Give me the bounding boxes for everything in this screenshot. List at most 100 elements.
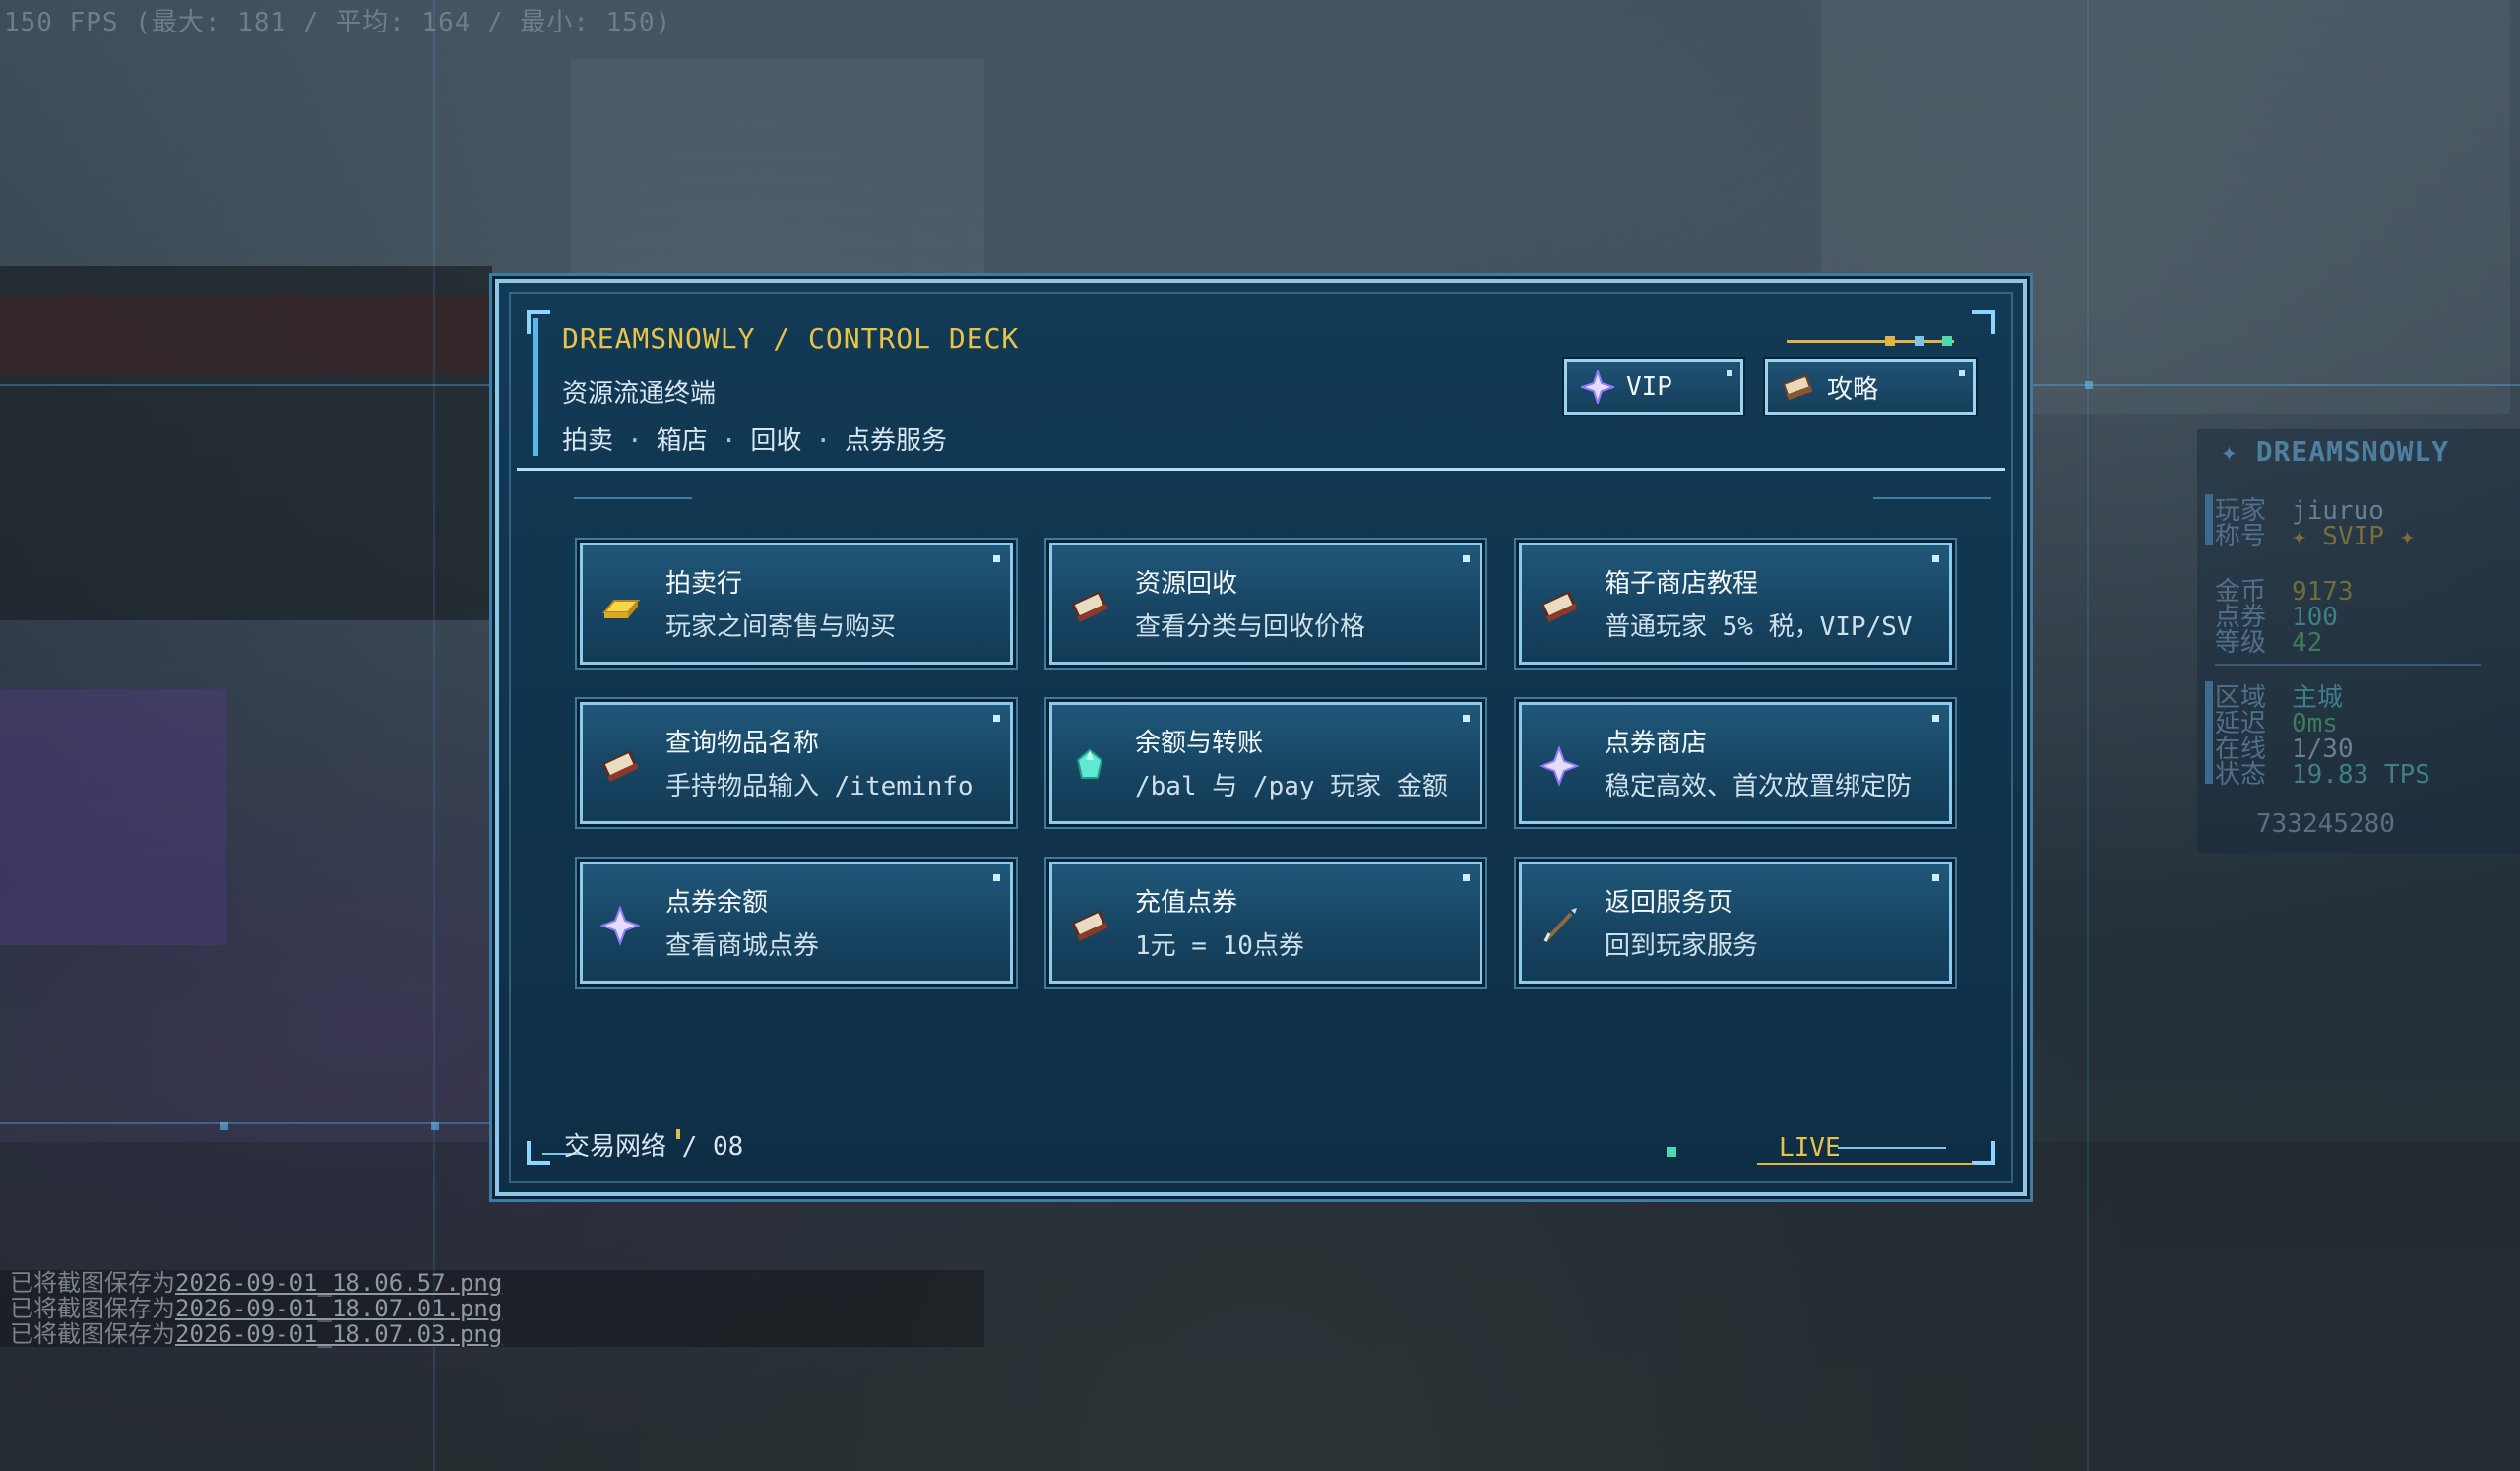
header-deco-square xyxy=(1942,336,1952,346)
card-title: 返回服务页 xyxy=(1605,888,1733,918)
hud-dot xyxy=(431,1122,439,1130)
footer-live-line xyxy=(1838,1147,1946,1149)
card-desc: 手持物品输入 /iteminfo xyxy=(665,772,974,801)
deco-line xyxy=(574,497,692,499)
card-pip xyxy=(1932,715,1939,722)
card-title: 充值点券 xyxy=(1135,888,1238,918)
card-desc: 查看商城点券 xyxy=(665,931,820,961)
tag-separator: · xyxy=(721,426,737,456)
header-deco-square xyxy=(1915,336,1924,346)
card-chest-shop-tutorial[interactable]: 箱子商店教程 普通玩家 5% 税，VIP/SV xyxy=(1519,543,1952,665)
card-pip xyxy=(993,715,1000,722)
card-desc: 稳定高效、首次放置绑定防 xyxy=(1605,772,1913,801)
card-title: 点券商店 xyxy=(1605,729,1708,758)
live-label: LIVE xyxy=(1779,1133,1841,1163)
scoreboard-title: ✦ DREAMSNOWLY xyxy=(2221,435,2450,468)
background-stone-left xyxy=(571,59,984,276)
card-desc: 查看分类与回收价格 xyxy=(1135,612,1366,642)
corner-bracket xyxy=(527,310,550,334)
fps-counter: 150 FPS (最大: 181 / 平均: 164 / 最小: 150) xyxy=(4,8,672,37)
tag-separator: · xyxy=(815,426,832,456)
hud-dot xyxy=(2085,381,2093,389)
tag-recycle: 回收 xyxy=(750,426,802,456)
scoreboard-row-title: 称号 ✦ SVIP ✦ xyxy=(2215,522,2416,551)
card-pip xyxy=(993,874,1000,881)
star-icon xyxy=(598,904,642,947)
star-icon xyxy=(1538,744,1581,788)
book-icon xyxy=(598,744,642,788)
header-deco-line xyxy=(1787,340,1954,343)
hud-grid-line xyxy=(2028,384,2520,386)
card-pip xyxy=(1463,555,1470,562)
card-desc: 回到玩家服务 xyxy=(1605,931,1759,961)
panel-tags: 拍卖 · 箱店 · 回收 · 点券服务 xyxy=(562,420,947,457)
background-purple-leaves xyxy=(0,689,226,945)
hud-grid-line xyxy=(0,1122,492,1124)
card-balance-transfer[interactable]: 余额与转账 /bal 与 /pay 玩家 金额 xyxy=(1049,702,1482,824)
button-pip xyxy=(1959,370,1965,376)
card-title: 点券余额 xyxy=(665,888,769,918)
card-pip xyxy=(1463,715,1470,722)
card-title: 查询物品名称 xyxy=(665,729,820,758)
screenshot-link[interactable]: 2026-09-01_18.07.01.png xyxy=(175,1295,502,1322)
chat-line: 已将截图保存为2026-09-01_18.07.03.png xyxy=(0,1321,984,1347)
vip-button[interactable]: VIP xyxy=(1564,359,1743,415)
scoreboard-separator xyxy=(2215,664,2481,666)
guide-button[interactable]: 攻略 xyxy=(1765,359,1976,415)
book-icon xyxy=(1068,585,1111,628)
scoreboard-row-status: 状态 19.83 TPS xyxy=(2215,760,2430,790)
screenshot-link[interactable]: 2026-09-01_18.07.03.png xyxy=(175,1320,502,1348)
screenshot-link[interactable]: 2026-09-01_18.06.57.png xyxy=(175,1269,502,1297)
scoreboard-row-level: 等级 42 xyxy=(2215,628,2323,658)
control-deck-panel: DREAMSNOWLY / CONTROL DECK 资源流通终端 拍卖 · 箱店 ·… xyxy=(495,279,2027,1196)
button-pip xyxy=(1727,370,1732,376)
card-title: 余额与转账 xyxy=(1135,729,1264,758)
chat-log: 已将截图保存为2026-09-01_18.06.57.png 已将截图保存为20… xyxy=(0,1270,984,1347)
card-recharge-points[interactable]: 充值点券 1元 = 10点券 xyxy=(1049,862,1482,984)
scoreboard-accent xyxy=(2205,494,2213,545)
chat-line: 已将截图保存为2026-09-01_18.07.01.png xyxy=(0,1296,984,1321)
card-title: 箱子商店教程 xyxy=(1605,569,1759,599)
scoreboard: ✦ DREAMSNOWLY 玩家 jiuruo 称号 ✦ SVIP ✦ 金币 9173… xyxy=(2197,429,2520,853)
book-icon xyxy=(1538,585,1581,628)
live-indicator-dot xyxy=(1667,1147,1676,1157)
card-item-name-lookup[interactable]: 查询物品名称 手持物品输入 /iteminfo xyxy=(580,702,1013,824)
hud-grid-line xyxy=(0,384,492,386)
header-accent-bar xyxy=(533,318,538,456)
tag-chest-shop: 箱店 xyxy=(656,426,708,456)
hud-dot xyxy=(220,1122,228,1130)
book-icon xyxy=(1782,370,1815,404)
header-divider xyxy=(517,468,2005,471)
star-icon xyxy=(1581,370,1614,404)
card-back-to-services[interactable]: 返回服务页 回到玩家服务 xyxy=(1519,862,1952,984)
tag-points-service: 点券服务 xyxy=(845,426,948,456)
vip-button-label: VIP xyxy=(1626,372,1672,402)
card-resource-recycle[interactable]: 资源回收 查看分类与回收价格 xyxy=(1049,543,1482,665)
card-desc: /bal 与 /pay 玩家 金额 xyxy=(1135,772,1448,801)
panel-subtitle: 资源流通终端 xyxy=(562,379,717,409)
book-icon xyxy=(1068,904,1111,947)
card-pip xyxy=(1932,874,1939,881)
arrow-icon xyxy=(1538,904,1581,947)
diamond-icon xyxy=(1068,744,1111,788)
hud-grid-line xyxy=(433,0,435,1471)
card-desc: 普通玩家 5% 税，VIP/SV xyxy=(1605,612,1913,642)
card-pip xyxy=(1932,555,1939,562)
card-desc: 1元 = 10点券 xyxy=(1135,931,1304,961)
scoreboard-id: 733245280 xyxy=(2256,809,2395,839)
card-title: 资源回收 xyxy=(1135,569,1238,599)
tag-auction: 拍卖 xyxy=(562,426,614,456)
corner-bracket xyxy=(1972,1141,1995,1165)
scoreboard-accent xyxy=(2205,681,2213,784)
card-points-shop[interactable]: 点券商店 稳定高效、首次放置绑定防 xyxy=(1519,702,1952,824)
footer-network-label: 交易网络 / 08 xyxy=(564,1132,744,1162)
chat-line: 已将截图保存为2026-09-01_18.06.57.png xyxy=(0,1270,984,1296)
card-auction-house[interactable]: 拍卖行 玩家之间寄售与购买 xyxy=(580,543,1013,665)
background-red-roof xyxy=(0,295,512,374)
card-points-balance[interactable]: 点券余额 查看商城点券 xyxy=(580,862,1013,984)
footer-live-underline xyxy=(1757,1163,1974,1165)
tag-separator: · xyxy=(627,426,643,456)
panel-title: DREAMSNOWLY / CONTROL DECK xyxy=(562,322,1020,354)
card-pip xyxy=(993,555,1000,562)
gold-ingot-icon xyxy=(598,585,642,628)
